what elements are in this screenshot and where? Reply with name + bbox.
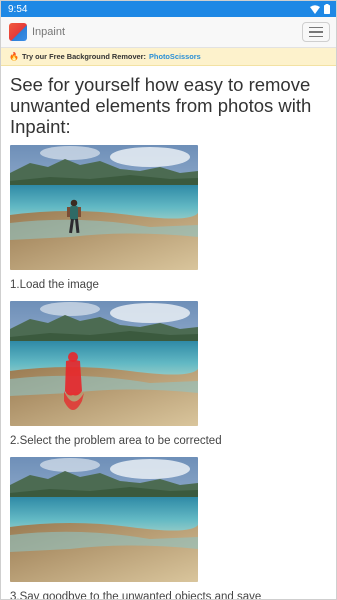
step-2-caption: 2.Select the problem area to be correcte… — [10, 435, 222, 447]
brand-name[interactable]: Inpaint — [32, 26, 65, 38]
step-1-caption: 1.Load the image — [10, 279, 99, 291]
status-icons — [310, 4, 330, 14]
step-3-image — [10, 457, 198, 582]
status-bar: 9:54 — [1, 1, 336, 17]
hamburger-menu-button[interactable] — [302, 22, 330, 42]
status-time: 9:54 — [8, 3, 28, 15]
promo-text: Try our Free Background Remover: — [21, 52, 146, 61]
step-3-caption: 3.Say goodbye to the unwanted objects an… — [10, 591, 262, 600]
battery-icon — [324, 4, 330, 14]
page-heading: See for yourself how easy to remove unwa… — [10, 74, 312, 137]
hamburger-icon — [309, 26, 323, 29]
flame-icon: 🔥 — [9, 52, 19, 61]
step-2-image — [10, 301, 198, 426]
inpaint-logo[interactable] — [9, 23, 27, 41]
photoscissors-link[interactable]: PhotoScissors — [149, 52, 201, 61]
wifi-icon — [310, 4, 320, 14]
navbar: Inpaint — [1, 17, 336, 48]
app-frame: 9:54 Inpaint 🔥 Try our Free Background R… — [0, 0, 337, 600]
step-1-image — [10, 145, 198, 270]
promo-banner: 🔥 Try our Free Background Remover: Photo… — [1, 48, 336, 66]
